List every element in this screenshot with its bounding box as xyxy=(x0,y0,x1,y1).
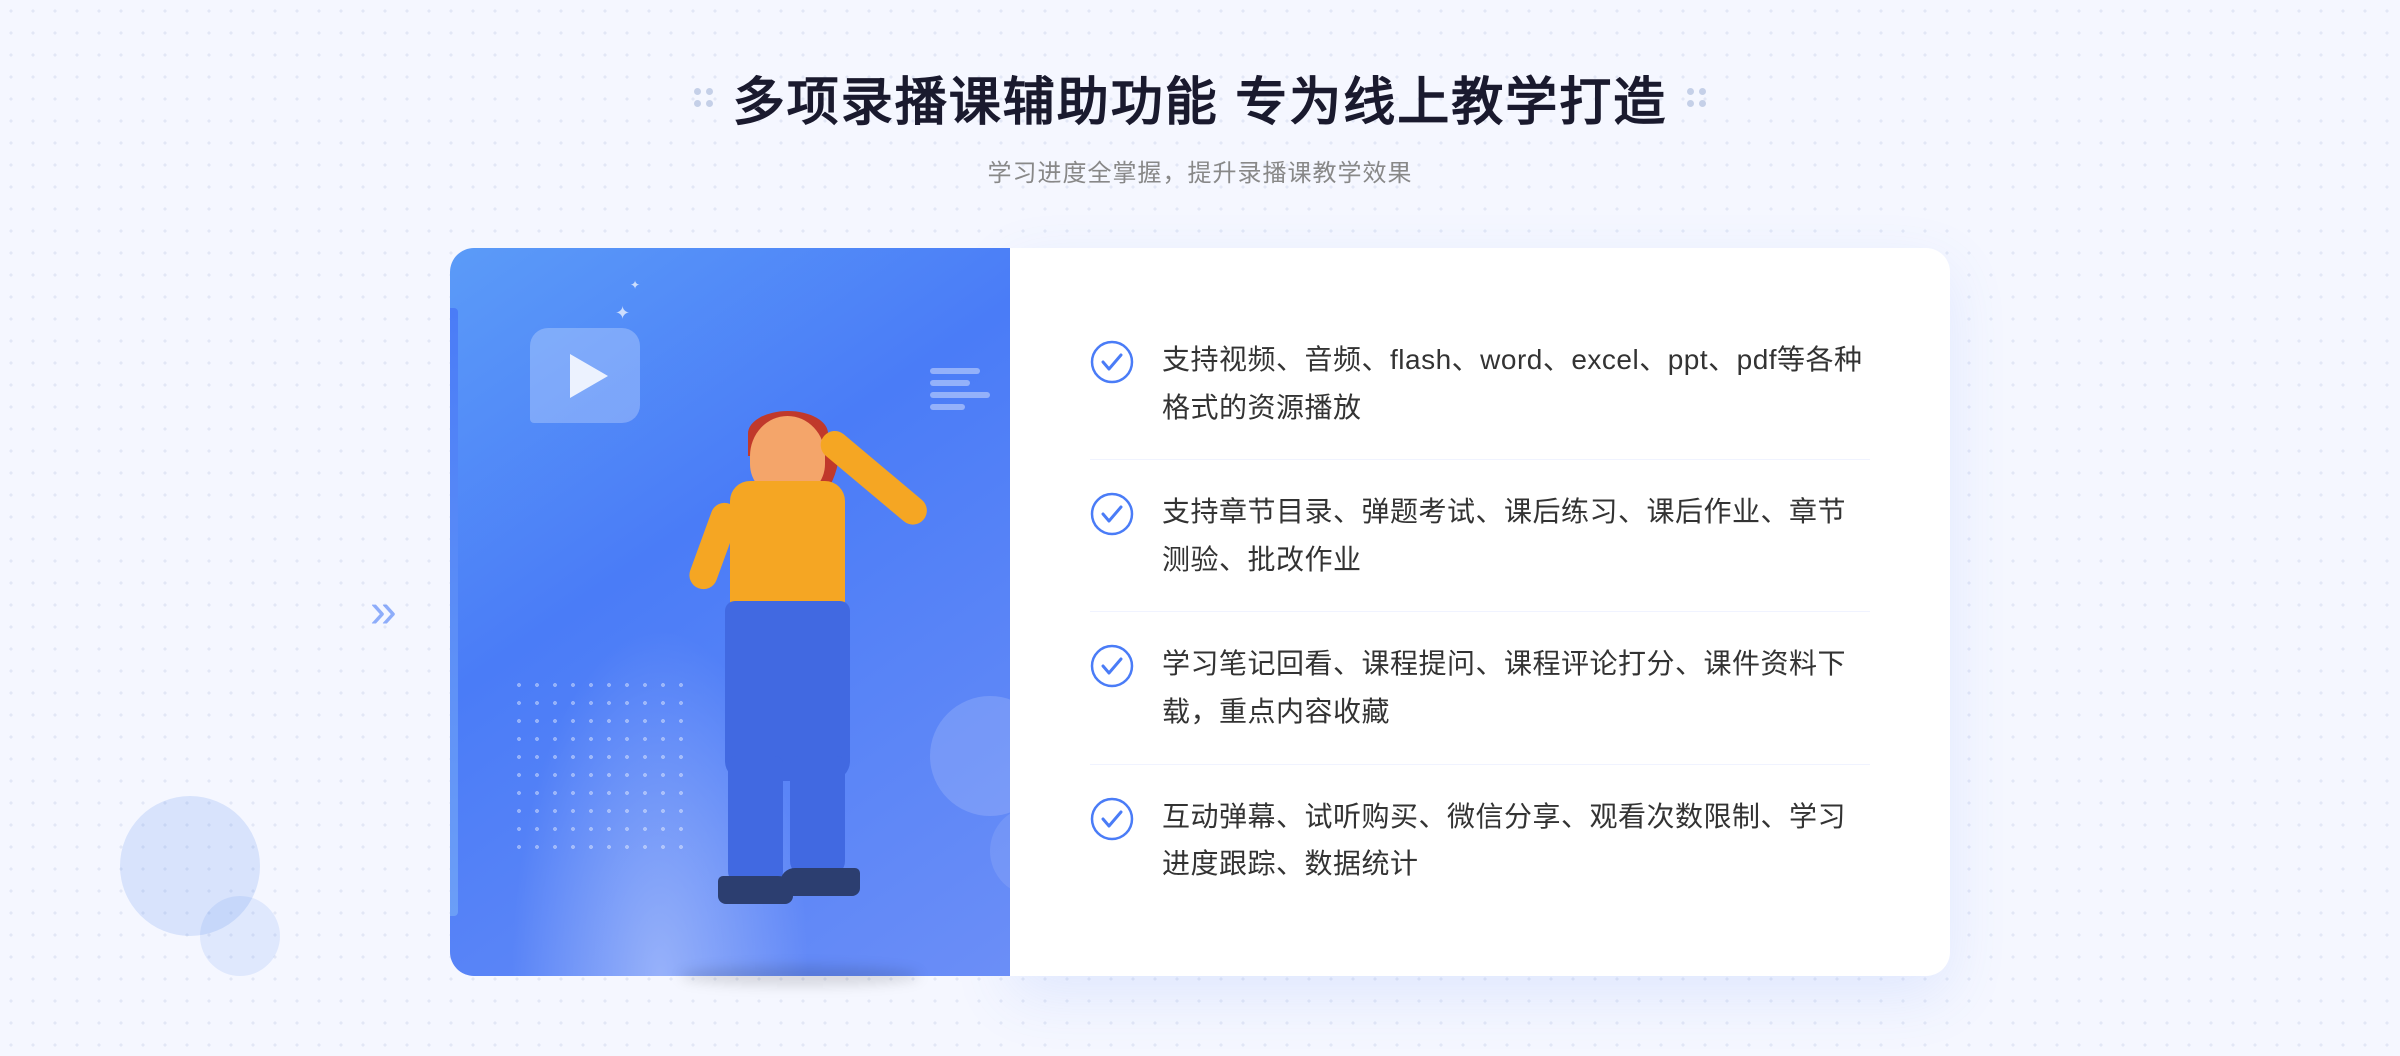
figure-leg-right xyxy=(790,756,845,876)
left-chevrons: » xyxy=(370,588,397,636)
check-icon xyxy=(1090,340,1134,384)
content-area: » xyxy=(450,248,1950,976)
main-title: 多项录播课辅助功能 专为线上教学打造 xyxy=(733,60,1667,135)
feature-text: 学习笔记回看、课程提问、课程评论打分、课件资料下载，重点内容收藏 xyxy=(1162,640,1870,735)
page-wrapper: 多项录播课辅助功能 专为线上教学打造 学习进度全掌握，提升录播课教学效果 » xyxy=(0,0,2400,1056)
check-icon xyxy=(1090,644,1134,688)
title-row: 多项录播课辅助功能 专为线上教学打造 xyxy=(694,60,1706,135)
check-icon xyxy=(1090,492,1134,536)
check-icon xyxy=(1090,797,1134,841)
right-dots-deco xyxy=(1687,88,1706,107)
feature-item: 学习笔记回看、课程提问、课程评论打分、课件资料下载，重点内容收藏 xyxy=(1090,612,1870,764)
play-triangle-icon xyxy=(570,354,608,398)
figure-pants xyxy=(725,601,850,781)
feature-text: 支持章节目录、弹题考试、课后练习、课后作业、章节测验、批改作业 xyxy=(1162,488,1870,583)
feature-text: 支持视频、音频、flash、word、excel、ppt、pdf等各种格式的资源… xyxy=(1162,336,1870,431)
illus-deco-circle-1 xyxy=(930,696,1050,816)
feature-item: 支持视频、音频、flash、word、excel、ppt、pdf等各种格式的资源… xyxy=(1090,308,1870,460)
figure-wrapper xyxy=(590,396,940,976)
figure-torso xyxy=(730,481,845,611)
features-panel: 支持视频、音频、flash、word、excel、ppt、pdf等各种格式的资源… xyxy=(1010,248,1950,976)
subtitle: 学习进度全掌握，提升录播课教学效果 xyxy=(694,153,1706,188)
stripe-bar xyxy=(930,368,980,374)
stripe-bar xyxy=(930,380,970,386)
feature-item: 支持章节目录、弹题考试、课后练习、课后作业、章节测验、批改作业 xyxy=(1090,460,1870,612)
figure-shadow xyxy=(680,966,920,986)
figure-shoe-right xyxy=(780,868,860,896)
figure-person xyxy=(640,416,920,976)
feature-text: 互动弹幕、试听购买、微信分享、观看次数限制、学习进度跟踪、数据统计 xyxy=(1162,793,1870,888)
feature-item: 互动弹幕、试听购买、微信分享、观看次数限制、学习进度跟踪、数据统计 xyxy=(1090,765,1870,916)
header-section: 多项录播课辅助功能 专为线上教学打造 学习进度全掌握，提升录播课教学效果 xyxy=(694,60,1706,188)
illustration-panel xyxy=(450,248,1010,976)
illus-deco-circle-2 xyxy=(990,806,1080,896)
left-dots-deco xyxy=(694,88,713,107)
accent-bar xyxy=(450,308,458,916)
figure-leg-left xyxy=(728,756,783,886)
features-list: 支持视频、音频、flash、word、excel、ppt、pdf等各种格式的资源… xyxy=(1090,308,1870,916)
deco-circle-small xyxy=(200,896,280,976)
